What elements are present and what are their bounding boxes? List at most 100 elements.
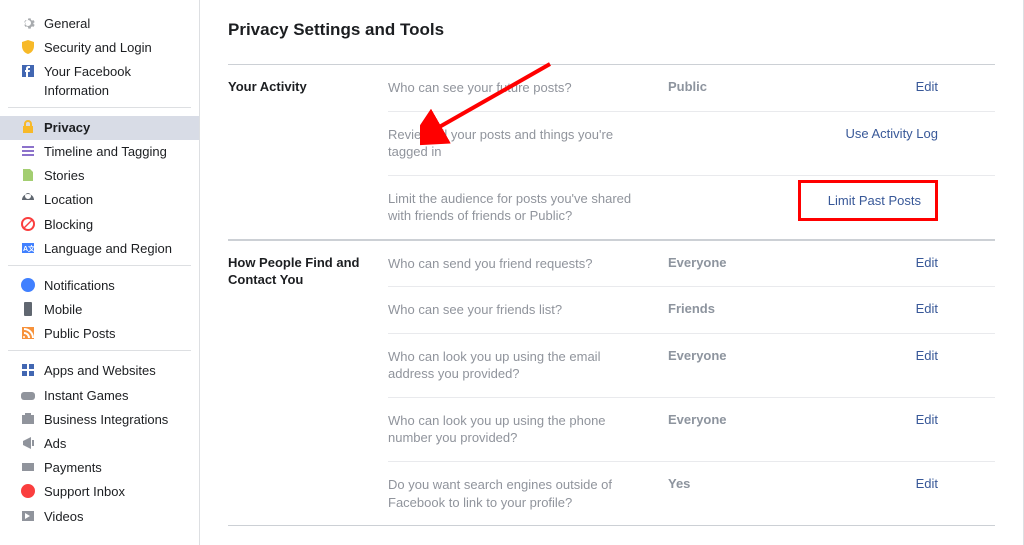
row-label: Do you want search engines outside of Fa… (388, 476, 668, 511)
settings-row: Who can look you up using the email addr… (388, 334, 995, 398)
row-action-use-activity-log[interactable]: Use Activity Log (798, 126, 938, 141)
location-icon (20, 191, 36, 207)
sidebar-item-label: Business Integrations (44, 411, 183, 429)
sidebar-group: General Security and Login Your Facebook I… (8, 8, 191, 108)
sidebar-item-videos[interactable]: Videos (8, 505, 191, 529)
page-title: Privacy Settings and Tools (228, 20, 995, 40)
section-body: Who can see your future posts?PublicEdit… (388, 65, 995, 239)
block-icon (20, 216, 36, 232)
sidebar-item-general[interactable]: General (8, 12, 191, 36)
sidebar-item-language-and-region[interactable]: A文 Language and Region (8, 237, 191, 261)
svg-text:A文: A文 (23, 244, 36, 253)
business-icon (20, 411, 36, 427)
sidebar-item-label: Apps and Websites (44, 362, 183, 380)
sidebar-item-label: Security and Login (44, 39, 183, 57)
globe-icon (20, 277, 36, 293)
sidebar-item-label: Videos (44, 508, 183, 526)
row-value: Everyone (668, 412, 798, 427)
row-value: Yes (668, 476, 798, 491)
row-label: Who can see your future posts? (388, 79, 668, 97)
section-header: Your Activity (228, 65, 388, 239)
row-action-edit[interactable]: Edit (798, 301, 938, 316)
sidebar-group: Privacy Timeline and Tagging Stories Locati… (8, 112, 191, 266)
row-label: Limit the audience for posts you've shar… (388, 190, 668, 225)
sidebar-item-privacy[interactable]: Privacy (0, 116, 199, 140)
sidebar-item-timeline-and-tagging[interactable]: Timeline and Tagging (8, 140, 191, 164)
sidebar-item-label: Mobile (44, 301, 183, 319)
settings-section: How People Find and Contact YouWho can s… (228, 240, 995, 525)
section-header: How People Find and Contact You (228, 241, 388, 525)
support-icon (20, 483, 36, 499)
ads-icon (20, 435, 36, 451)
sidebar-item-payments[interactable]: Payments (8, 456, 191, 480)
sidebar-item-stories[interactable]: Stories (8, 164, 191, 188)
row-action-edit[interactable]: Edit (798, 476, 938, 491)
sidebar-item-ads[interactable]: Ads (8, 432, 191, 456)
sidebar-group: Apps and Websites Instant Games Business I… (8, 355, 191, 532)
sidebar-item-label: Location (44, 191, 183, 209)
settings-sidebar: General Security and Login Your Facebook I… (0, 0, 200, 545)
row-action-edit[interactable]: Edit (798, 348, 938, 363)
settings-row: Who can see your friends list?FriendsEdi… (388, 287, 995, 334)
sidebar-item-blocking[interactable]: Blocking (8, 213, 191, 237)
sidebar-group: Notifications Mobile Public Posts (8, 270, 191, 352)
row-action-edit[interactable]: Edit (798, 79, 938, 94)
settings-row: Review all your posts and things you're … (388, 112, 995, 176)
settings-row: Who can send you friend requests?Everyon… (388, 241, 995, 288)
row-action-edit[interactable]: Edit (798, 255, 938, 270)
sidebar-item-instant-games[interactable]: Instant Games (8, 384, 191, 408)
sidebar-item-notifications[interactable]: Notifications (8, 274, 191, 298)
settings-row: Who can look you up using the phone numb… (388, 398, 995, 462)
sidebar-item-apps-and-websites[interactable]: Apps and Websites (8, 359, 191, 383)
sidebar-item-security-and-login[interactable]: Security and Login (8, 36, 191, 60)
sidebar-item-label: Privacy (44, 119, 183, 137)
sidebar-item-location[interactable]: Location (8, 188, 191, 212)
settings-section: Your ActivityWho can see your future pos… (228, 64, 995, 239)
sidebar-item-label: Blocking (44, 216, 183, 234)
stories-icon (20, 167, 36, 183)
language-icon: A文 (20, 240, 36, 256)
sidebar-item-label: Your Facebook Information (44, 63, 183, 99)
sidebar-item-label: Ads (44, 435, 183, 453)
apps-icon (20, 362, 36, 378)
section-body: Who can send you friend requests?Everyon… (388, 241, 995, 525)
settings-row: Who can see your future posts?PublicEdit (388, 65, 995, 112)
rss-icon (20, 325, 36, 341)
fb-icon (20, 63, 36, 79)
row-label: Who can send you friend requests? (388, 255, 668, 273)
games-icon (20, 387, 36, 403)
settings-row: Limit the audience for posts you've shar… (388, 176, 995, 239)
sidebar-item-mobile[interactable]: Mobile (8, 298, 191, 322)
row-label: Who can see your friends list? (388, 301, 668, 319)
row-value: Friends (668, 301, 798, 316)
row-action-limit-past-posts[interactable]: Limit Past Posts (798, 180, 938, 221)
settings-sections: Your ActivityWho can see your future pos… (228, 64, 995, 526)
sidebar-item-label: Support Inbox (44, 483, 183, 501)
row-label: Review all your posts and things you're … (388, 126, 668, 161)
lock-icon (20, 119, 36, 135)
sidebar-item-support-inbox[interactable]: Support Inbox (8, 480, 191, 504)
sidebar-item-label: Timeline and Tagging (44, 143, 183, 161)
row-action-edit[interactable]: Edit (798, 412, 938, 427)
sidebar-item-label: General (44, 15, 183, 33)
shield-icon (20, 39, 36, 55)
row-value: Everyone (668, 255, 798, 270)
timeline-icon (20, 143, 36, 159)
mobile-icon (20, 301, 36, 317)
sidebar-item-business-integrations[interactable]: Business Integrations (8, 408, 191, 432)
sidebar-item-label: Payments (44, 459, 183, 477)
sidebar-item-label: Instant Games (44, 387, 183, 405)
payments-icon (20, 459, 36, 475)
videos-icon (20, 508, 36, 524)
sidebar-item-label: Notifications (44, 277, 183, 295)
row-label: Who can look you up using the email addr… (388, 348, 668, 383)
row-value: Everyone (668, 348, 798, 363)
sidebar-item-label: Stories (44, 167, 183, 185)
gear-icon (20, 15, 36, 31)
settings-row: Do you want search engines outside of Fa… (388, 462, 995, 525)
sidebar-item-public-posts[interactable]: Public Posts (8, 322, 191, 346)
sidebar-item-your-facebook-information[interactable]: Your Facebook Information (8, 60, 191, 102)
main-content: Privacy Settings and Tools Your Activity… (200, 0, 1024, 545)
row-label: Who can look you up using the phone numb… (388, 412, 668, 447)
sidebar-item-label: Language and Region (44, 240, 183, 258)
